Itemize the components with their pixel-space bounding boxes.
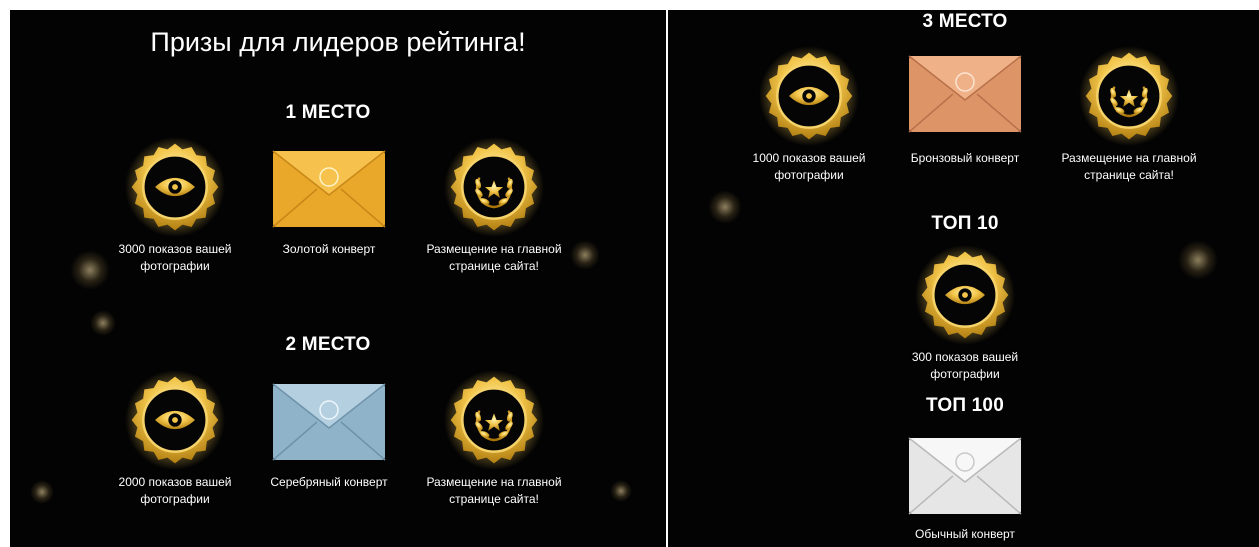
eye-badge-icon [759,46,859,146]
eye-badge-icon [915,245,1015,345]
prize-envelope: Золотой конверт [254,137,404,258]
prize-views: 300 показов вашей фотографии [890,245,1040,383]
top-100-heading: ТОП 100 [926,395,1004,416]
prize-views: 1000 показов вашей фотографии [734,46,884,184]
place-2-heading: 2 МЕСТО [285,334,371,355]
eye-badge-icon [125,137,225,237]
gold-envelope-icon [272,150,386,228]
prize-label: Размещение на главной странице сайта! [426,242,562,273]
place-3-heading: 3 МЕСТО [922,11,1008,32]
prize-envelope: Бронзовый конверт [890,46,1040,167]
page-title: Призы для лидеров рейтинга! [150,27,526,57]
left-panel: Призы для лидеров рейтинга! 1 МЕСТО 3000… [10,10,666,547]
prize-label: 1000 показов вашей фотографии [752,151,866,182]
eye-badge-icon [125,370,225,470]
prize-views: 2000 показов вашей фотографии [100,370,250,508]
prize-label: 3000 показов вашей фотографии [118,242,232,273]
white-envelope-icon [908,437,1022,515]
silver-envelope-icon [272,383,386,461]
prize-label: Серебряный конверт [270,475,388,489]
laurel-star-badge-icon [1079,46,1179,146]
prize-label: 300 показов вашей фотографии [911,350,1019,381]
prize-label: Золотой конверт [282,242,376,256]
bronze-envelope-icon [908,55,1022,133]
prize-label: Размещение на главной странице сайта! [426,475,562,506]
prize-label: Размещение на главной странице сайта! [1061,151,1197,182]
prize-views: 3000 показов вашей фотографии [100,137,250,275]
prize-label: Бронзовый конверт [910,151,1020,165]
laurel-star-badge-icon [444,370,544,470]
top-10-heading: ТОП 10 [931,213,999,234]
laurel-star-badge-icon [444,137,544,237]
place-1-heading: 1 МЕСТО [285,102,371,123]
prize-envelope: Серебряный конверт [254,370,404,491]
right-panel: 3 МЕСТО 1000 показов вашей фотографии Бр… [668,10,1259,547]
prize-homepage: Размещение на главной странице сайта! [419,370,569,508]
prize-envelope: Обычный конверт [890,430,1040,543]
prize-homepage: Размещение на главной странице сайта! [419,137,569,275]
prize-homepage: Размещение на главной странице сайта! [1054,46,1204,184]
prize-label: 2000 показов вашей фотографии [118,475,232,506]
prize-label: Обычный конверт [915,527,1015,541]
